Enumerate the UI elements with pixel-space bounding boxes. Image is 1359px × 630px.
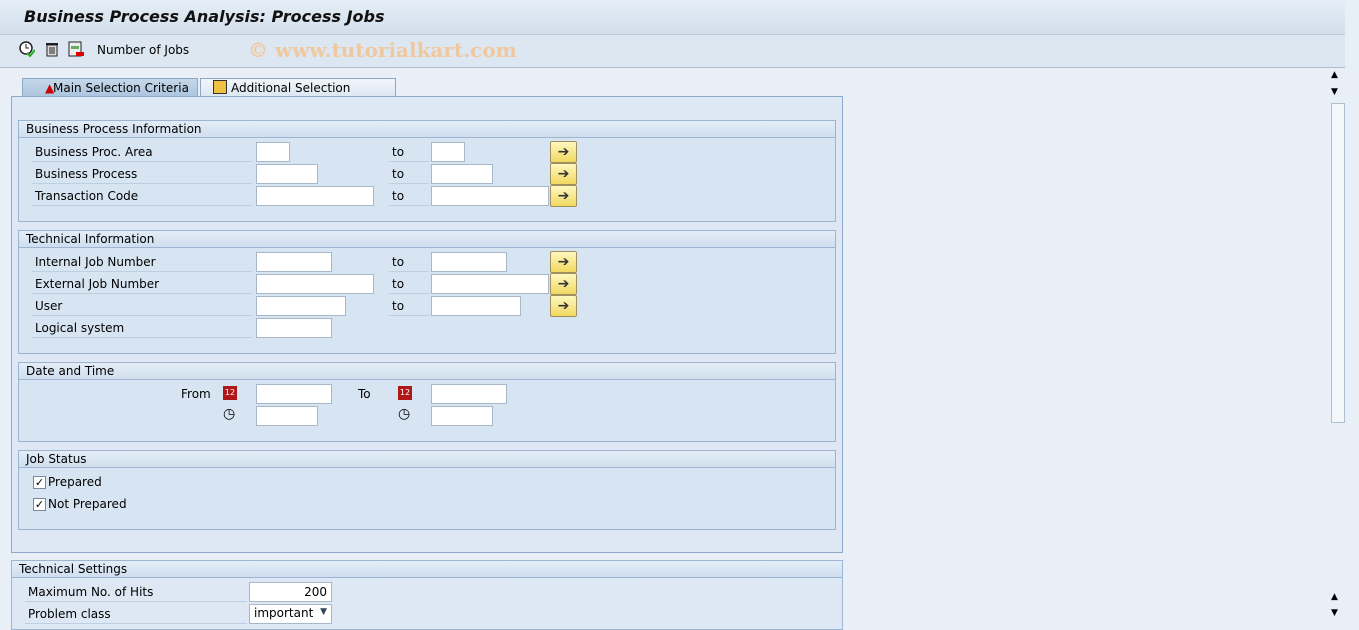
external-job-number-from[interactable] xyxy=(256,274,374,294)
scroll-down-icon[interactable]: ▼ xyxy=(1331,608,1338,618)
clock-icon: ◷ xyxy=(223,406,236,422)
user-from[interactable] xyxy=(256,296,346,316)
prepared-label: Prepared xyxy=(48,475,102,489)
external-job-number-to[interactable] xyxy=(431,274,549,294)
not-prepared-label: Not Prepared xyxy=(48,497,127,511)
scroll-down-icon[interactable]: ▼ xyxy=(1331,87,1338,97)
group-job-status: Job Status xyxy=(18,450,836,530)
label-internal-job-number: Internal Job Number xyxy=(32,252,252,272)
calendar-icon[interactable]: 12 xyxy=(398,386,412,400)
multiple-selection-button[interactable]: ➔ xyxy=(550,251,577,273)
trash-icon[interactable] xyxy=(44,41,60,57)
hat-icon: ▲ xyxy=(45,81,55,95)
problem-class-select[interactable]: important ▼ xyxy=(249,604,332,624)
scroll-up-icon[interactable]: ▲ xyxy=(1331,70,1338,80)
to-label: to xyxy=(389,296,429,316)
business-process-to[interactable] xyxy=(431,164,493,184)
to-label: to xyxy=(389,164,429,184)
multiple-selection-button[interactable]: ➔ xyxy=(550,141,577,163)
scrollbar-thumb[interactable] xyxy=(1331,103,1345,423)
label-external-job-number: External Job Number xyxy=(32,274,252,294)
group-title: Technical Information xyxy=(19,231,835,248)
transaction-code-to[interactable] xyxy=(431,186,549,206)
multiple-selection-button[interactable]: ➔ xyxy=(550,295,577,317)
tab-label: Main Selection Criteria xyxy=(53,81,189,95)
user-to[interactable] xyxy=(431,296,521,316)
variant-list-icon[interactable] xyxy=(68,41,84,57)
to-label: to xyxy=(389,252,429,272)
multiple-selection-button[interactable]: ➔ xyxy=(550,273,577,295)
group-title: Business Process Information xyxy=(19,121,835,138)
business-proc-area-to[interactable] xyxy=(431,142,465,162)
watermark: © www.tutorialkart.com xyxy=(248,38,517,62)
label-transaction-code: Transaction Code xyxy=(32,186,252,206)
label-user: User xyxy=(32,296,252,316)
selection-icon xyxy=(213,80,227,94)
label-logical-system: Logical system xyxy=(32,318,252,338)
label-business-process: Business Process xyxy=(32,164,252,184)
clock-icon: ◷ xyxy=(398,406,411,422)
to-label: to xyxy=(389,186,429,206)
group-title: Job Status xyxy=(19,451,835,468)
transaction-code-from[interactable] xyxy=(256,186,374,206)
to-label: to xyxy=(389,142,429,162)
execute-icon[interactable] xyxy=(19,41,35,57)
from-label: From xyxy=(181,387,211,401)
max-hits-input[interactable]: 200 xyxy=(249,582,332,602)
calendar-icon[interactable]: 12 xyxy=(223,386,237,400)
to-date-label: To xyxy=(358,387,371,401)
to-label: to xyxy=(389,274,429,294)
business-proc-area-from[interactable] xyxy=(256,142,290,162)
tab-additional-selection-criteria[interactable]: Additional Selection Criteria xyxy=(200,78,396,109)
tab-main-selection-criteria[interactable]: ▲ Main Selection Criteria xyxy=(22,78,198,98)
internal-job-number-from[interactable] xyxy=(256,252,332,272)
business-process-from[interactable] xyxy=(256,164,318,184)
multiple-selection-button[interactable]: ➔ xyxy=(550,163,577,185)
max-hits-label: Maximum No. of Hits xyxy=(25,582,247,602)
problem-class-label: Problem class xyxy=(25,604,247,624)
group-title: Technical Settings xyxy=(12,561,842,578)
multiple-selection-button[interactable]: ➔ xyxy=(550,185,577,207)
group-title: Date and Time xyxy=(19,363,835,380)
toolbar xyxy=(0,35,1345,68)
label-business-proc-area: Business Proc. Area xyxy=(32,142,252,162)
time-from-input[interactable] xyxy=(256,406,318,426)
date-to-input[interactable] xyxy=(431,384,507,404)
logical-system-input[interactable] xyxy=(256,318,332,338)
not-prepared-checkbox[interactable]: ✓ xyxy=(33,498,46,511)
group-date-and-time: Date and Time xyxy=(18,362,836,442)
problem-class-value: important xyxy=(254,606,314,620)
time-to-input[interactable] xyxy=(431,406,493,426)
scroll-up-icon[interactable]: ▲ xyxy=(1331,592,1338,602)
chevron-down-icon: ▼ xyxy=(320,607,327,617)
prepared-checkbox[interactable]: ✓ xyxy=(33,476,46,489)
date-from-input[interactable] xyxy=(256,384,332,404)
page-title: Business Process Analysis: Process Jobs xyxy=(24,7,385,26)
number-of-jobs-button[interactable]: Number of Jobs xyxy=(97,43,189,57)
internal-job-number-to[interactable] xyxy=(431,252,507,272)
